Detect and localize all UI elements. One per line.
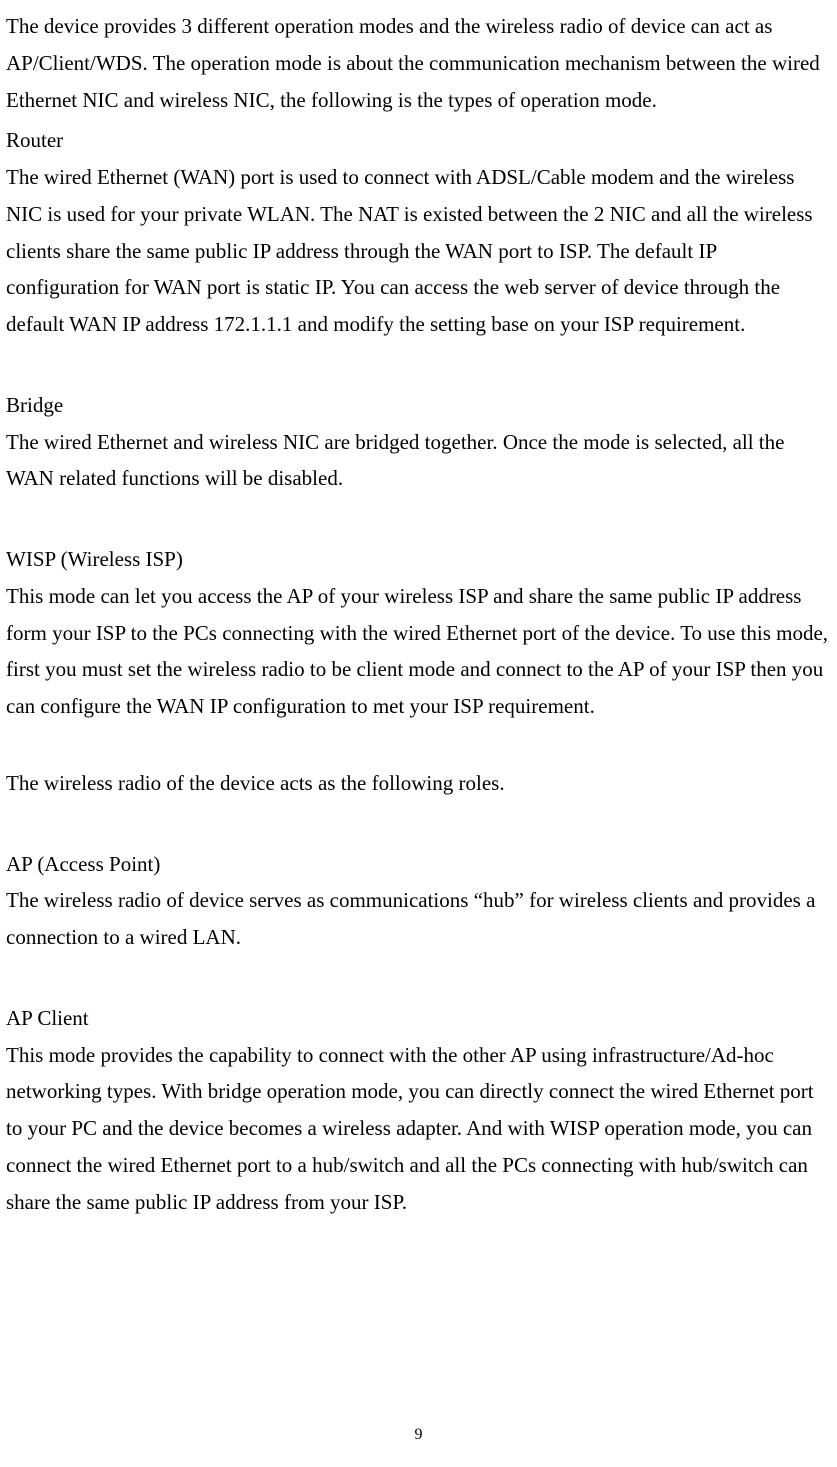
- intro-paragraph: The device provides 3 different operatio…: [6, 8, 831, 118]
- wisp-body: This mode can let you access the AP of y…: [6, 578, 831, 725]
- bridge-heading: Bridge: [6, 387, 831, 424]
- spacer: [6, 960, 831, 996]
- ap-client-body: This mode provides the capability to con…: [6, 1037, 831, 1221]
- spacer: [6, 347, 831, 383]
- wisp-heading: WISP (Wireless ISP): [6, 541, 831, 578]
- ap-heading: AP (Access Point): [6, 846, 831, 883]
- spacer: [6, 729, 831, 765]
- ap-client-heading: AP Client: [6, 1000, 831, 1037]
- spacer: [6, 806, 831, 842]
- page-number: 9: [0, 1421, 837, 1449]
- router-heading: Router: [6, 122, 831, 159]
- roles-intro: The wireless radio of the device acts as…: [6, 765, 831, 802]
- ap-body: The wireless radio of device serves as c…: [6, 882, 831, 956]
- bridge-body: The wired Ethernet and wireless NIC are …: [6, 424, 831, 498]
- router-body: The wired Ethernet (WAN) port is used to…: [6, 159, 831, 343]
- spacer: [6, 501, 831, 537]
